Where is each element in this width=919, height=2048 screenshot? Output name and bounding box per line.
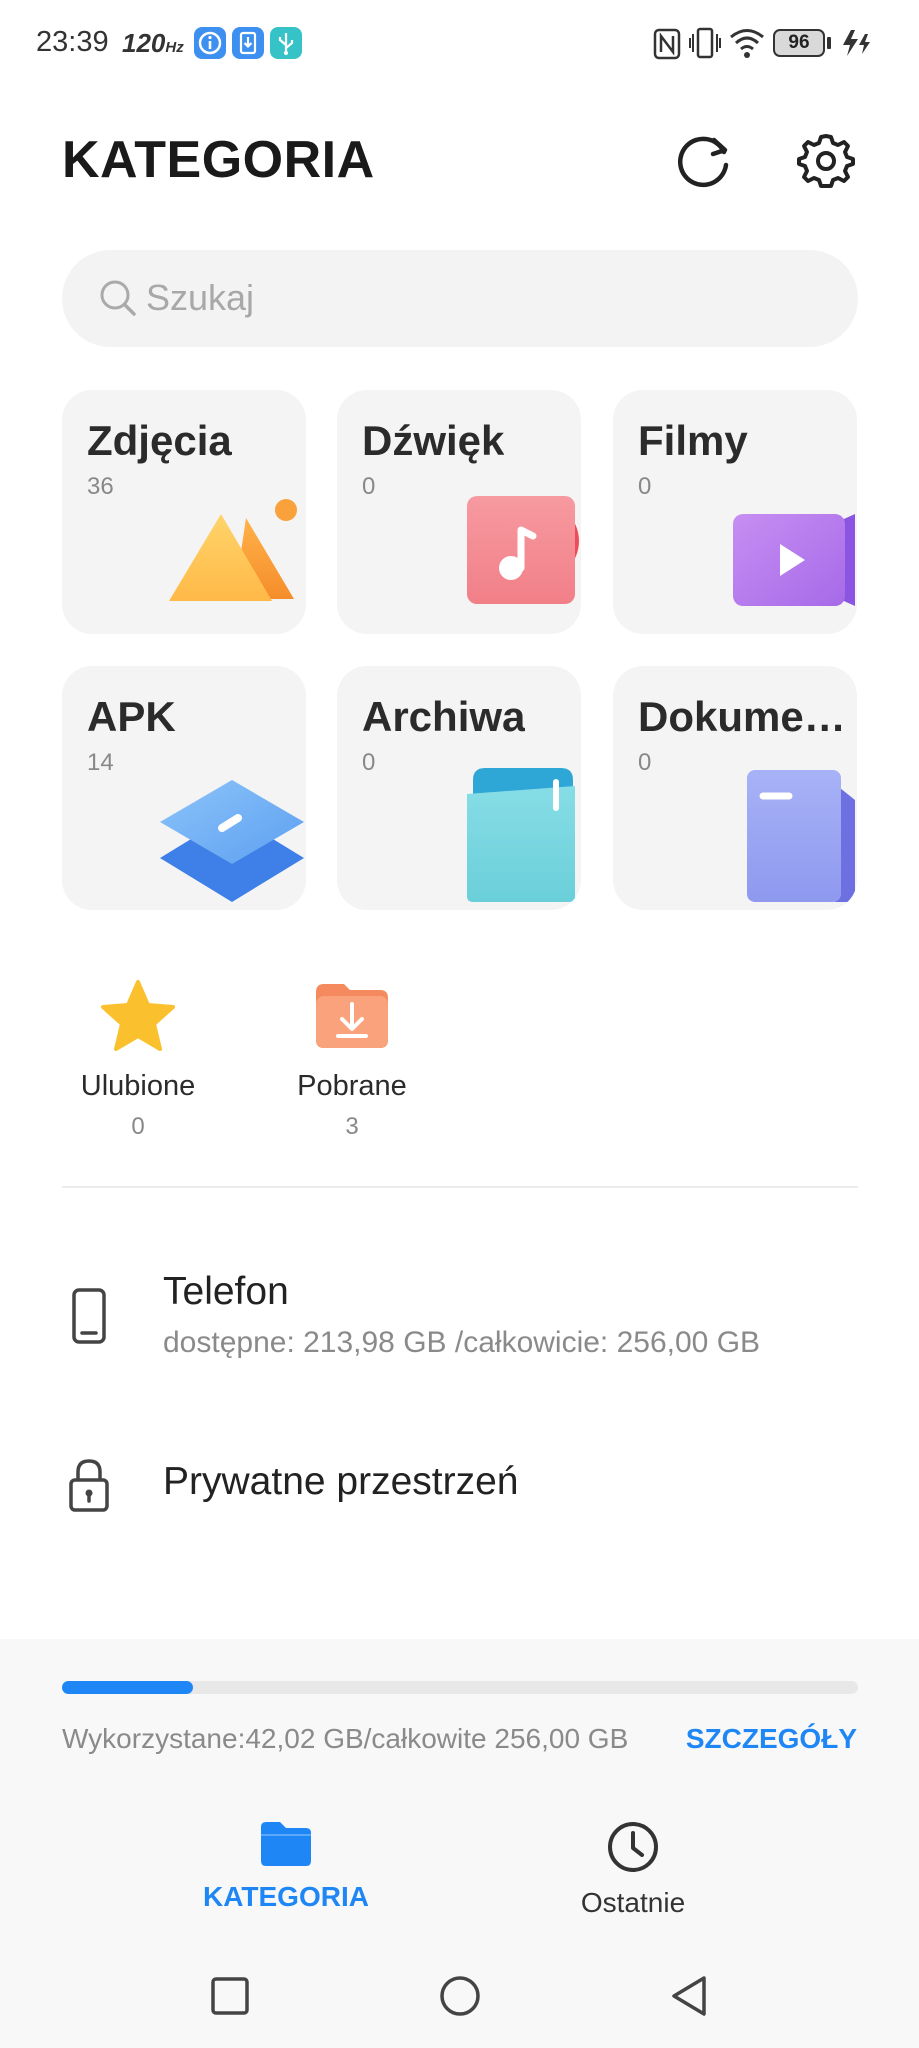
status-time: 23:39: [36, 26, 109, 58]
lock-icon: [69, 1459, 109, 1512]
storage-usage-text: Wykorzystane:42,02 GB/całkowite 256,00 G…: [62, 1723, 629, 1754]
divider: [62, 1186, 858, 1188]
gear-icon[interactable]: [796, 130, 856, 190]
category-label: Dźwięk: [362, 417, 505, 464]
folder-icon: [261, 1822, 311, 1866]
info-app-icon: [194, 27, 226, 59]
favorites-count: 0: [131, 1113, 145, 1140]
photos-icon: [169, 499, 297, 601]
category-label: Filmy: [638, 417, 748, 464]
storage-usage-bar: [62, 1681, 858, 1694]
recents-button[interactable]: [200, 1966, 260, 2026]
category-apk[interactable]: APK 14: [62, 666, 306, 910]
category-label: Zdjęcia: [87, 417, 232, 464]
charging-icon: [843, 30, 870, 56]
wifi-icon: [730, 29, 764, 58]
favorites-label: Ulubione: [80, 1070, 196, 1102]
category-photos[interactable]: Zdjęcia 36: [62, 390, 306, 634]
category-label: APK: [87, 693, 176, 740]
category-count: 0: [362, 473, 376, 500]
downloads-shortcut[interactable]: Pobrane 3: [272, 976, 432, 1141]
storage-private-name: Prywatne przestrzeń: [163, 1460, 519, 1503]
bottom-panel: Wykorzystane:42,02 GB/całkowite 256,00 G…: [0, 1639, 919, 2048]
usb-app-icon: [270, 27, 302, 59]
tab-category-label: KATEGORIA: [203, 1881, 369, 1912]
clock-icon: [608, 1822, 658, 1872]
battery-icon: 96: [773, 29, 825, 57]
download-folder-icon: [316, 984, 388, 1048]
category-count: 0: [638, 749, 652, 776]
storage-phone[interactable]: Telefon dostępne: 213,98 GB /całkowicie:…: [0, 1250, 919, 1380]
storage-usage-fill: [62, 1681, 193, 1694]
category-documents[interactable]: Dokume… 0: [613, 666, 857, 910]
storage-phone-name: Telefon: [163, 1270, 289, 1313]
category-count: 36: [87, 473, 114, 500]
category-videos[interactable]: Filmy 0: [613, 390, 857, 634]
category-label: Dokume…: [638, 693, 846, 740]
search-bar[interactable]: Szukaj: [62, 250, 858, 347]
archive-icon: [467, 768, 575, 902]
storage-phone-info: dostępne: 213,98 GB /całkowicie: 256,00 …: [163, 1326, 761, 1359]
category-count: 14: [87, 749, 114, 776]
downloads-count: 3: [345, 1113, 359, 1140]
document-icon: [747, 770, 855, 902]
search-icon: [100, 280, 136, 316]
battery-level: 96: [788, 32, 810, 53]
page-title: KATEGORIA: [62, 131, 375, 189]
tab-recent-label: Ostatnie: [580, 1887, 686, 1918]
refresh-rate-unit: Hz: [165, 39, 184, 56]
apk-icon: [160, 780, 304, 902]
nfc-icon: [653, 28, 681, 60]
search-placeholder: Szukaj: [146, 277, 255, 318]
category-archives[interactable]: Archiwa 0: [337, 666, 581, 910]
tab-category[interactable]: KATEGORIA: [176, 1819, 396, 1913]
download-app-icon: [232, 27, 264, 59]
category-audio[interactable]: Dźwięk 0: [337, 390, 581, 634]
tab-recent[interactable]: Ostatnie: [523, 1819, 743, 1919]
category-label: Archiwa: [362, 693, 526, 740]
music-icon: [467, 496, 579, 604]
refresh-icon[interactable]: [674, 130, 734, 190]
phone-icon: [72, 1288, 106, 1344]
home-button[interactable]: [430, 1966, 490, 2026]
downloads-label: Pobrane: [297, 1070, 407, 1102]
refresh-rate-value: 120: [122, 28, 166, 58]
status-icons: 96: [653, 24, 883, 64]
category-count: 0: [362, 749, 376, 776]
star-icon: [101, 980, 175, 1051]
refresh-rate-indicator: 120Hz: [122, 28, 184, 59]
favorites-shortcut[interactable]: Ulubione 0: [58, 976, 218, 1141]
video-icon: [733, 514, 855, 606]
storage-private[interactable]: Prywatne przestrzeń: [0, 1430, 919, 1540]
status-bar: 23:39 120Hz 96: [0, 0, 919, 90]
details-link[interactable]: SZCZEGÓŁY: [686, 1723, 857, 1755]
vibrate-icon: [689, 27, 721, 59]
category-count: 0: [638, 473, 652, 500]
back-button[interactable]: [660, 1966, 720, 2026]
